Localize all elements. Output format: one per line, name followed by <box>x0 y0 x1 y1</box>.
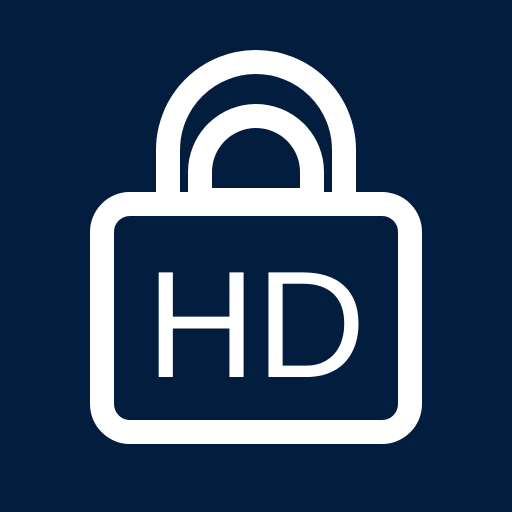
app-icon[interactable]: HD <box>0 0 512 512</box>
lock-shackle-inner <box>188 104 324 212</box>
lock-hd-icon: HD <box>90 50 422 444</box>
hd-label: HD <box>146 240 366 410</box>
